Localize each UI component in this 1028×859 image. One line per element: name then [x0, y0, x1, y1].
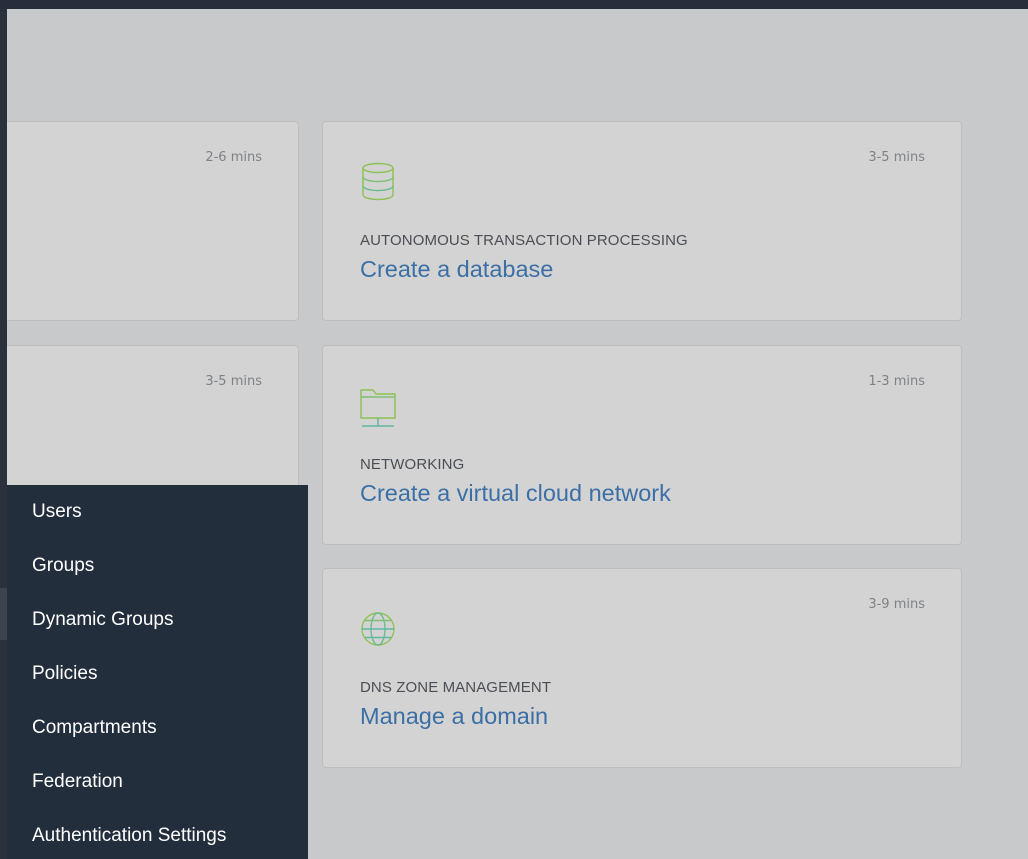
manage-domain-link[interactable]: Manage a domain: [360, 703, 548, 730]
side-panel-edge: [0, 9, 7, 859]
card-category: DNS ZONE MANAGEMENT: [360, 679, 552, 696]
quickstart-card-left-1[interactable]: 2-6 mins: [7, 121, 299, 321]
create-database-link[interactable]: Create a database: [360, 256, 553, 283]
estimated-time: 3-9 mins: [868, 597, 925, 612]
database-icon: [360, 158, 396, 206]
estimated-time: 2-6 mins: [205, 150, 262, 165]
menu-item-groups[interactable]: Groups: [7, 539, 308, 593]
estimated-time: 3-5 mins: [205, 374, 262, 389]
create-virtual-cloud-network-link[interactable]: Create a virtual cloud network: [360, 480, 671, 507]
card-category: AUTONOMOUS TRANSACTION PROCESSING: [360, 232, 688, 249]
side-panel-active-marker: [0, 588, 7, 640]
menu-item-authentication-settings[interactable]: Authentication Settings: [7, 809, 308, 859]
quickstart-card-dns[interactable]: 3-9 mins DNS ZONE MANAGEMENT Manage a do…: [322, 568, 962, 768]
menu-item-compartments[interactable]: Compartments: [7, 701, 308, 755]
top-bar: [0, 0, 1028, 9]
quickstart-card-network[interactable]: 1-3 mins NETWORKING Create a virtual clo…: [322, 345, 962, 545]
menu-item-dynamic-groups[interactable]: Dynamic Groups: [7, 593, 308, 647]
menu-item-users[interactable]: Users: [7, 485, 308, 539]
quickstart-card-database[interactable]: 3-5 mins AUTONOMOUS TRANSACTION PROCESSI…: [322, 121, 962, 321]
card-category: NETWORKING: [360, 456, 465, 473]
estimated-time: 3-5 mins: [868, 150, 925, 165]
menu-item-federation[interactable]: Federation: [7, 755, 308, 809]
identity-submenu: Users Groups Dynamic Groups Policies Com…: [7, 485, 308, 859]
globe-icon: [360, 605, 396, 653]
network-folder-icon: [360, 382, 396, 430]
menu-item-policies[interactable]: Policies: [7, 647, 308, 701]
estimated-time: 1-3 mins: [868, 374, 925, 389]
